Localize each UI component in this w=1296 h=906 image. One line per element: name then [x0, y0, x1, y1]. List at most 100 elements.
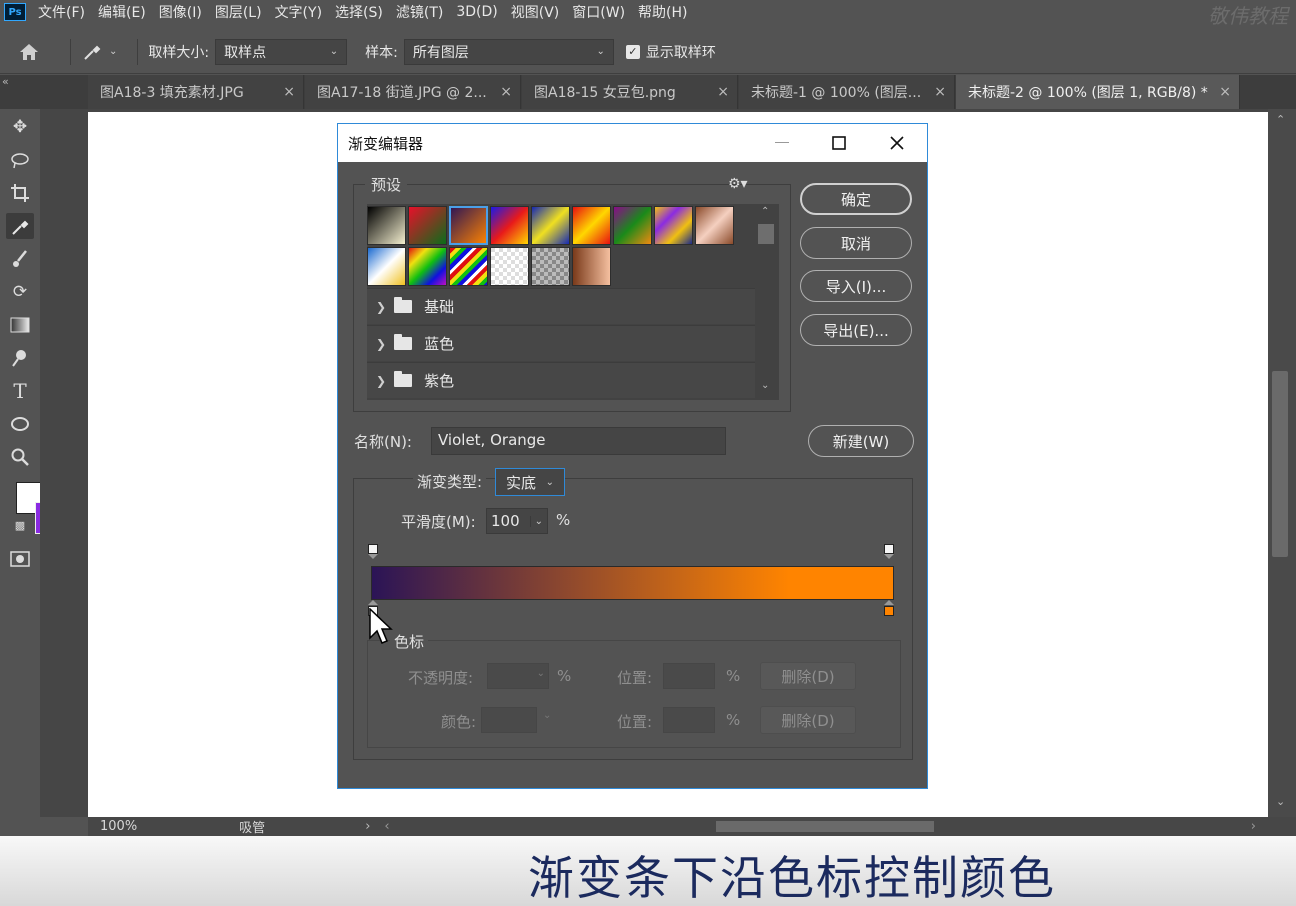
menu-file[interactable]: 文件(F) — [38, 2, 85, 22]
preset-swatch[interactable] — [367, 206, 406, 245]
preset-swatch[interactable] — [490, 206, 529, 245]
preset-folder-purple[interactable]: ❯ 紫色 — [367, 362, 755, 398]
menu-select[interactable]: 选择(S) — [335, 2, 383, 22]
menu-filter[interactable]: 滤镜(T) — [396, 2, 443, 22]
gear-icon[interactable]: ⚙▾ — [728, 176, 748, 192]
menu-type[interactable]: 文字(Y) — [275, 2, 322, 22]
preset-swatch[interactable] — [408, 206, 447, 245]
smoothness-input[interactable]: 100 ⌄ — [486, 508, 548, 534]
close-icon[interactable]: × — [934, 84, 946, 100]
color-location-input[interactable] — [663, 707, 715, 733]
preset-folder-basic[interactable]: ❯ 基础 — [367, 288, 755, 324]
tab-doc-4[interactable]: 未标题-1 @ 100% (图层... × — [739, 75, 955, 109]
zoom-level[interactable]: 100% — [100, 819, 137, 834]
sample-size-select[interactable]: 取样点 ⌄ — [215, 38, 348, 65]
preset-swatch[interactable] — [367, 247, 406, 286]
menu-window[interactable]: 窗口(W) — [572, 2, 625, 22]
eyedropper-tool-icon[interactable] — [6, 213, 34, 239]
menu-layer[interactable]: 图层(L) — [215, 2, 262, 22]
zoom-tool-icon[interactable] — [6, 444, 34, 470]
ellipse-tool-icon[interactable] — [6, 411, 34, 437]
preset-folder-blue[interactable]: ❯ 蓝色 — [367, 325, 755, 361]
preset-scrollbar[interactable]: ⌃ ⌄ — [757, 204, 779, 400]
close-icon[interactable]: × — [500, 84, 512, 100]
opacity-stop-left[interactable] — [368, 544, 378, 554]
preset-swatch[interactable] — [654, 206, 693, 245]
quick-mask-icon[interactable] — [6, 546, 34, 572]
tab-doc-5[interactable]: 未标题-2 @ 100% (图层 1, RGB/8) * × — [956, 75, 1240, 109]
scrollbar-thumb[interactable] — [758, 224, 774, 244]
tab-doc-3[interactable]: 图A18-15 女豆包.png × — [522, 75, 738, 109]
preset-swatch[interactable] — [531, 247, 570, 286]
close-icon[interactable]: × — [717, 84, 729, 100]
preset-swatch[interactable] — [531, 206, 570, 245]
scroll-up-icon[interactable]: ⌃ — [1276, 113, 1285, 126]
chevron-down-icon[interactable]: ⌄ — [529, 515, 543, 527]
preset-swatch-selected[interactable] — [449, 206, 488, 245]
scroll-left-icon[interactable]: ‹ — [384, 819, 389, 834]
menu-help[interactable]: 帮助(H) — [638, 2, 687, 22]
scroll-right-icon[interactable]: › — [1251, 819, 1256, 834]
preset-swatch[interactable] — [572, 206, 611, 245]
gradient-name-input[interactable]: Violet, Orange — [431, 427, 726, 455]
preset-swatch[interactable] — [449, 247, 488, 286]
color-stop-right[interactable] — [884, 606, 894, 616]
tab-doc-1[interactable]: 图A18-3 填充素材.JPG × — [88, 75, 304, 109]
mouse-cursor-icon — [369, 607, 393, 648]
chevron-down-icon: ⌄ — [596, 46, 605, 57]
home-icon[interactable] — [18, 42, 40, 62]
crop-tool-icon[interactable] — [6, 180, 34, 206]
preset-swatch[interactable] — [490, 247, 529, 286]
default-colors-icon[interactable]: ▩ — [12, 517, 28, 533]
maximize-button[interactable] — [819, 130, 859, 156]
tool-preset-picker[interactable]: ⌄ — [81, 41, 117, 63]
history-brush-icon[interactable]: ⟳ — [6, 279, 34, 305]
chevron-down-icon: ⌄ — [329, 46, 339, 57]
scroll-down-icon[interactable]: ⌄ — [1276, 795, 1285, 808]
close-button[interactable] — [877, 130, 917, 156]
status-bar: 100% 吸管 › ‹ › — [88, 817, 1296, 836]
lasso-tool-icon[interactable] — [6, 147, 34, 173]
delete-color-stop-button[interactable]: 删除(D) — [760, 706, 856, 734]
preset-swatch[interactable] — [695, 206, 734, 245]
ok-button[interactable]: 确定 — [800, 183, 912, 215]
scroll-down-icon[interactable]: ⌄ — [761, 380, 769, 391]
import-button[interactable]: 导入(I)... — [800, 270, 912, 302]
tab-doc-2[interactable]: 图A17-18 街道.JPG @ 2... × — [305, 75, 521, 109]
horizontal-scrollbar-thumb[interactable] — [716, 821, 934, 832]
scrollbar-thumb[interactable] — [1272, 371, 1288, 557]
collapse-panel-icon[interactable]: « — [2, 75, 9, 88]
dodge-tool-icon[interactable] — [6, 345, 34, 371]
menu-3d[interactable]: 3D(D) — [456, 4, 497, 20]
preset-swatch[interactable] — [613, 206, 652, 245]
gradient-type-select[interactable]: 实底 ⌄ — [495, 468, 565, 496]
brush-tool-icon[interactable] — [6, 246, 34, 272]
gradient-bar[interactable] — [371, 566, 894, 600]
chevron-down-icon[interactable]: ⌄ — [543, 710, 551, 721]
opacity-stop-right[interactable] — [884, 544, 894, 554]
close-icon[interactable]: × — [1219, 84, 1231, 100]
new-button[interactable]: 新建(W) — [808, 425, 914, 457]
scroll-up-icon[interactable]: ⌃ — [761, 206, 769, 217]
show-ring-checkbox[interactable]: ✓ — [625, 44, 640, 59]
opacity-input[interactable]: ⌄ — [487, 663, 549, 689]
sample-select[interactable]: 所有图层 ⌄ — [403, 38, 614, 65]
move-tool-icon[interactable]: ✥ — [6, 114, 34, 140]
export-button[interactable]: 导出(E)... — [800, 314, 912, 346]
dialog-titlebar[interactable]: 渐变编辑器 — [338, 124, 927, 162]
menu-view[interactable]: 视图(V) — [511, 2, 560, 22]
preset-swatch[interactable] — [572, 247, 611, 286]
minimize-button[interactable] — [762, 130, 802, 156]
type-tool-icon[interactable]: T — [6, 378, 34, 404]
preset-swatch[interactable] — [408, 247, 447, 286]
close-icon[interactable]: × — [283, 84, 295, 100]
cancel-button[interactable]: 取消 — [800, 227, 912, 259]
gradient-tool-icon[interactable] — [6, 312, 34, 338]
opacity-location-input[interactable] — [663, 663, 715, 689]
status-arrow-icon[interactable]: › — [365, 819, 370, 834]
color-swatch-field[interactable] — [481, 707, 537, 733]
vertical-scrollbar[interactable]: ⌃ ⌄ — [1268, 109, 1296, 817]
menu-edit[interactable]: 编辑(E) — [98, 2, 146, 22]
delete-opacity-stop-button[interactable]: 删除(D) — [760, 662, 856, 690]
menu-image[interactable]: 图像(I) — [159, 2, 202, 22]
